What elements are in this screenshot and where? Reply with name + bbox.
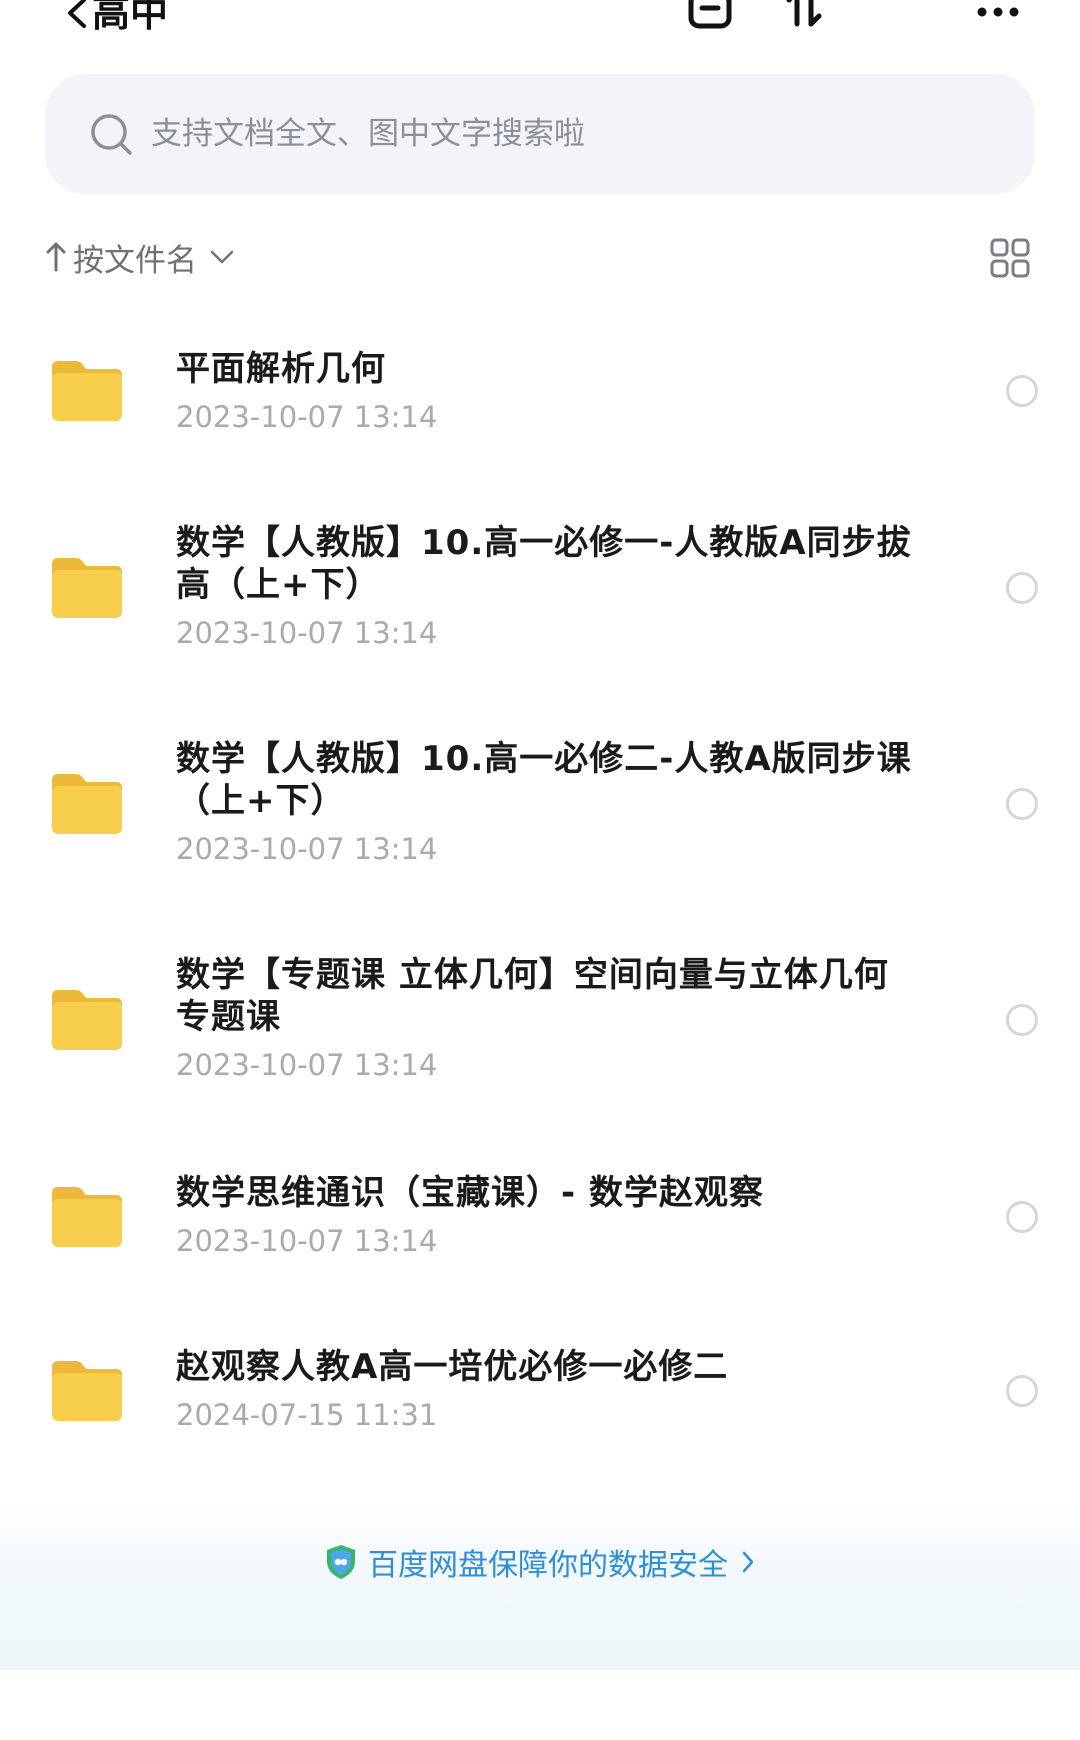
more-icon <box>977 7 1019 17</box>
select-checkbox[interactable] <box>1006 1004 1038 1036</box>
footer-background <box>0 1500 1080 1670</box>
search-bar[interactable] <box>45 74 1035 194</box>
folder-icon <box>52 990 122 1050</box>
select-checkbox[interactable] <box>1006 375 1038 407</box>
security-text: 百度网盘保障你的数据安全 <box>368 1548 728 1583</box>
grid-view-icon[interactable] <box>990 238 1030 278</box>
file-row[interactable]: 数学【人教版】10.高一必修一-人教版A同步拔高（上+下） 2023-10-07… <box>0 480 1080 696</box>
file-name: 数学【人教版】10.高一必修一-人教版A同步拔高（上+下） <box>176 523 912 605</box>
folder-icon <box>52 558 122 618</box>
chevron-right-icon <box>742 1551 754 1573</box>
select-checkbox[interactable] <box>1006 1375 1038 1407</box>
file-text: 赵观察人教A高一培优必修一必修二 2024-07-15 11:31 <box>176 1346 916 1432</box>
folder-icon <box>52 1361 122 1421</box>
file-row[interactable]: 平面解析几何 2023-10-07 13:14 <box>0 300 1080 480</box>
file-list: 平面解析几何 2023-10-07 13:14 数学【人教版】10.高一必修一-… <box>0 300 1080 1476</box>
file-name: 赵观察人教A高一培优必修一必修二 <box>176 1347 729 1387</box>
scan-button[interactable] <box>680 0 740 40</box>
file-date: 2023-10-07 13:14 <box>176 1224 438 1258</box>
file-row[interactable]: 数学【人教版】10.高一必修二-人教A版同步课（上+下） 2023-10-07 … <box>0 696 1080 912</box>
more-button[interactable] <box>968 0 1028 40</box>
sort-selector[interactable]: 按文件名 <box>45 232 235 282</box>
file-name: 数学思维通识（宝藏课）- 数学赵观察 <box>176 1173 764 1213</box>
sort-transfer-icon <box>786 0 822 27</box>
file-date: 2024-07-15 11:31 <box>176 1398 438 1432</box>
top-bar: 高中 <box>0 0 1080 60</box>
search-icon <box>91 114 132 155</box>
select-checkbox[interactable] <box>1006 788 1038 820</box>
file-text: 数学【人教版】10.高一必修二-人教A版同步课（上+下） 2023-10-07 … <box>176 738 916 866</box>
select-checkbox[interactable] <box>1006 1201 1038 1233</box>
data-security-link[interactable]: 百度网盘保障你的数据安全 <box>0 1540 1080 1584</box>
folder-icon <box>52 361 122 421</box>
back-button[interactable]: 高中 <box>62 0 168 38</box>
back-chevron-icon <box>68 0 86 28</box>
page-title: 高中 <box>92 0 169 35</box>
file-text: 数学【人教版】10.高一必修一-人教版A同步拔高（上+下） 2023-10-07… <box>176 522 916 650</box>
arrow-up-icon <box>46 242 66 272</box>
file-text: 平面解析几何 2023-10-07 13:14 <box>176 348 916 434</box>
file-row[interactable]: 赵观察人教A高一培优必修一必修二 2024-07-15 11:31 <box>0 1302 1080 1476</box>
chevron-down-icon <box>210 250 234 264</box>
file-date: 2023-10-07 13:14 <box>176 616 438 650</box>
search-input[interactable] <box>149 115 1013 153</box>
file-name: 平面解析几何 <box>176 349 386 389</box>
sort-label: 按文件名 <box>73 242 197 279</box>
file-name: 数学【人教版】10.高一必修二-人教A版同步课（上+下） <box>176 739 912 821</box>
shield-icon <box>327 1545 355 1579</box>
file-text: 数学思维通识（宝藏课）- 数学赵观察 2023-10-07 13:14 <box>176 1172 916 1258</box>
folder-icon <box>52 774 122 834</box>
file-row[interactable]: 数学思维通识（宝藏课）- 数学赵观察 2023-10-07 13:14 <box>0 1128 1080 1302</box>
scan-icon <box>688 0 732 29</box>
file-date: 2023-10-07 13:14 <box>176 832 438 866</box>
file-date: 2023-10-07 13:14 <box>176 1048 438 1082</box>
select-checkbox[interactable] <box>1006 572 1038 604</box>
file-date: 2023-10-07 13:14 <box>176 400 438 434</box>
file-name: 数学【专题课 立体几何】空间向量与立体几何专题课 <box>176 955 889 1037</box>
transfer-button[interactable] <box>774 0 834 40</box>
file-text: 数学【专题课 立体几何】空间向量与立体几何专题课 2023-10-07 13:1… <box>176 954 916 1082</box>
file-row[interactable]: 数学【专题课 立体几何】空间向量与立体几何专题课 2023-10-07 13:1… <box>0 912 1080 1128</box>
folder-icon <box>52 1187 122 1247</box>
